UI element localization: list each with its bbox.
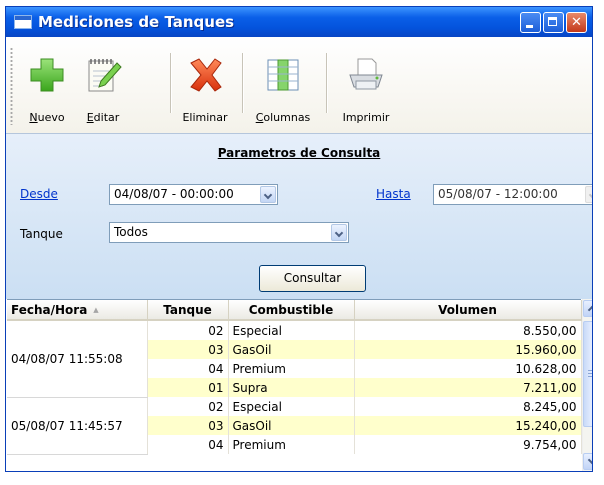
plus-icon — [30, 58, 64, 92]
volumen-cell[interactable]: 8.550,00 — [354, 320, 582, 340]
volumen-cell[interactable]: 7.211,00 — [354, 378, 582, 397]
vertical-scrollbar[interactable] — [582, 299, 592, 471]
nuevo-button[interactable]: Nuevo — [20, 43, 74, 127]
params-title: Parametros de Consulta — [217, 146, 381, 160]
hasta-dropdown-button[interactable] — [585, 186, 592, 203]
combustible-cell[interactable]: GasOil — [228, 340, 355, 359]
combustible-cell[interactable]: GasOil — [228, 416, 355, 435]
toolbar-separator — [326, 53, 328, 113]
columnas-button[interactable]: Columnas — [248, 43, 318, 127]
hasta-datetime-picker[interactable]: 05/08/07 - 12:00:00 — [433, 184, 592, 205]
tanque-select[interactable]: Todos — [109, 222, 349, 243]
combustible-cell[interactable]: Especial — [228, 397, 355, 416]
minimize-button[interactable] — [520, 12, 541, 33]
col-header-tanque[interactable]: Tanque — [147, 300, 229, 321]
col-header-volumen[interactable]: Volumen — [354, 300, 582, 321]
sort-asc-icon: ▲ — [93, 306, 99, 314]
maximize-button[interactable] — [543, 12, 564, 33]
printer-icon — [349, 58, 383, 90]
imprimir-label: Imprimir — [342, 111, 390, 124]
fecha-cell[interactable]: 04/08/07 11:55:08 — [7, 320, 148, 398]
hasta-link[interactable]: Hasta — [376, 187, 411, 201]
x-delete-icon — [190, 58, 222, 92]
tanque-cell[interactable]: 01 — [147, 378, 229, 397]
editar-button[interactable]: Editar — [78, 43, 128, 127]
eliminar-label: Eliminar — [182, 111, 228, 124]
col-header-fecha-label: Fecha/Hora — [11, 302, 88, 317]
eliminar-button[interactable]: Eliminar — [176, 43, 234, 127]
window-app-icon — [14, 15, 32, 29]
desde-datetime-picker[interactable]: 04/08/07 - 00:00:00 — [109, 184, 278, 205]
window-title: Mediciones de Tanques — [38, 13, 235, 31]
tanque-cell[interactable]: 04 — [147, 359, 229, 378]
close-button[interactable]: ✕ — [566, 12, 587, 33]
combustible-cell[interactable]: Especial — [228, 320, 355, 340]
imprimir-button[interactable]: Imprimir — [334, 43, 398, 127]
tanque-label: Tanque — [20, 227, 63, 241]
editar-label: Editar — [86, 111, 120, 124]
volumen-cell[interactable]: 15.960,00 — [354, 340, 582, 359]
desde-dropdown-button[interactable] — [260, 186, 276, 203]
notepad-pencil-icon — [88, 59, 122, 92]
combustible-cell[interactable]: Premium — [228, 359, 355, 378]
combustible-cell[interactable]: Supra — [228, 378, 355, 397]
tanque-cell[interactable]: 03 — [147, 340, 229, 359]
desde-link[interactable]: Desde — [20, 187, 58, 201]
fecha-cell[interactable]: 05/08/07 11:45:57 — [7, 397, 148, 455]
volumen-cell[interactable]: 15.240,00 — [354, 416, 582, 435]
toolbar-grip[interactable] — [10, 47, 13, 125]
col-header-combustible[interactable]: Combustible — [228, 300, 355, 321]
volumen-cell[interactable]: 10.628,00 — [354, 359, 582, 378]
results-grid: Fecha/Hora ▲ Tanque Combustible Volumen 0… — [7, 299, 582, 471]
header-row: Fecha/Hora ▲ Tanque Combustible Volumen — [7, 300, 582, 321]
tanque-cell[interactable]: 02 — [147, 320, 229, 340]
toolbar: Nuevo Editar Eliminar Columnas Imprimir — [6, 37, 592, 133]
col-header-fecha[interactable]: Fecha/Hora ▲ — [7, 300, 148, 321]
scroll-up-button[interactable] — [583, 300, 592, 317]
columnas-label: Columnas — [255, 111, 311, 124]
nuevo-label: Nuevo — [29, 111, 65, 124]
tanque-cell[interactable]: 02 — [147, 397, 229, 416]
tanque-cell[interactable]: 03 — [147, 416, 229, 435]
main-window: Mediciones de Tanques ✕ Nuevo Editar Eli… — [5, 6, 593, 472]
volumen-cell[interactable]: 8.245,00 — [354, 397, 582, 416]
tanque-cell[interactable]: 04 — [147, 435, 229, 454]
tanque-dropdown-button[interactable] — [331, 224, 347, 241]
title-bar[interactable]: Mediciones de Tanques ✕ — [6, 7, 592, 37]
combustible-cell[interactable]: Premium — [228, 435, 355, 454]
thumb-grip-icon — [588, 370, 592, 377]
query-params-panel: Parametros de Consulta Desde 04/08/07 - … — [6, 133, 592, 299]
toolbar-separator — [170, 53, 172, 113]
table-row[interactable]: 05/08/07 11:45:57 02 Especial 8.245,00 — [7, 397, 582, 455]
columns-icon — [267, 59, 299, 91]
hasta-value: 05/08/07 - 12:00:00 — [438, 187, 558, 201]
table-row[interactable]: 04/08/07 11:55:08 02 Especial 8.550,00 — [7, 320, 582, 398]
tanque-value: Todos — [114, 225, 148, 239]
scroll-thumb[interactable] — [583, 321, 592, 427]
results-table: Fecha/Hora ▲ Tanque Combustible Volumen 0… — [7, 300, 582, 455]
desde-value: 04/08/07 - 00:00:00 — [114, 187, 234, 201]
consultar-button[interactable]: Consultar — [259, 265, 366, 292]
volumen-cell[interactable]: 9.754,00 — [354, 435, 582, 454]
toolbar-separator — [242, 53, 244, 113]
scroll-down-button[interactable] — [583, 453, 592, 470]
